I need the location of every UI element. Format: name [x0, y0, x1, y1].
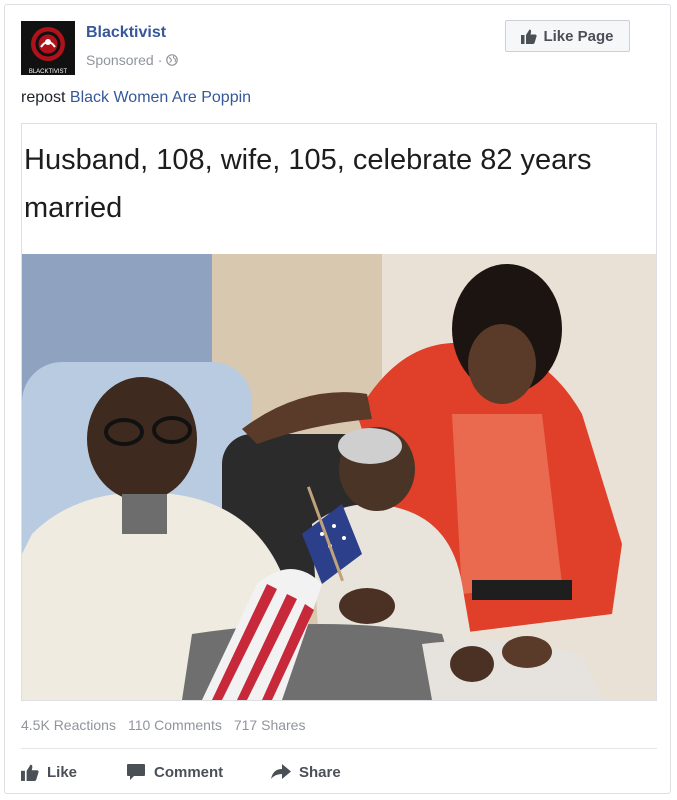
thumbs-up-icon [21, 764, 39, 781]
sponsored-label[interactable]: Sponsored [86, 52, 154, 68]
sponsored-row: Sponsored · [86, 52, 179, 68]
comment-button[interactable]: Comment [126, 757, 223, 787]
elderly-couple-photo-illustration [22, 254, 656, 700]
couple-photo[interactable] [22, 254, 656, 700]
share-arrow-icon [271, 764, 291, 779]
comments-count[interactable]: 110 Comments [128, 717, 222, 733]
sponsored-separator: · [157, 52, 163, 68]
page-name-link[interactable]: Blacktivist [86, 24, 166, 42]
actions-divider [21, 748, 657, 749]
engagement-stats: 4.5K Reactions 110 Comments 717 Shares [21, 717, 305, 733]
sponsored-post-card: BLACKTIVIST Blacktivist Sponsored · Like… [4, 4, 671, 794]
post-text-prefix: repost [21, 89, 70, 106]
reposted-page-link[interactable]: Black Women Are Poppin [70, 89, 251, 106]
globe-icon [166, 54, 179, 66]
like-page-label: Like Page [543, 27, 614, 45]
blacktivist-logo-icon: BLACKTIVIST [21, 21, 75, 75]
shares-count[interactable]: 717 Shares [234, 717, 306, 733]
reactions-count[interactable]: 4.5K Reactions [21, 717, 116, 733]
share-button[interactable]: Share [271, 757, 341, 787]
comment-icon [127, 764, 145, 780]
shared-image-post[interactable]: Husband, 108, wife, 105, celebrate 82 ye… [21, 123, 657, 701]
like-page-button[interactable]: Like Page [505, 20, 630, 52]
like-label: Like [47, 763, 78, 781]
comment-label: Comment [154, 763, 224, 781]
page-avatar[interactable]: BLACKTIVIST [21, 21, 75, 75]
like-button[interactable]: Like [21, 757, 77, 787]
avatar-logo-text: BLACKTIVIST [29, 69, 68, 75]
post-text: repost Black Women Are Poppin [21, 89, 251, 107]
post-actions-bar: Like Comment Share [21, 757, 657, 787]
shared-headline: Husband, 108, wife, 105, celebrate 82 ye… [22, 124, 656, 254]
share-label: Share [299, 763, 341, 781]
thumbs-up-icon [521, 29, 538, 44]
